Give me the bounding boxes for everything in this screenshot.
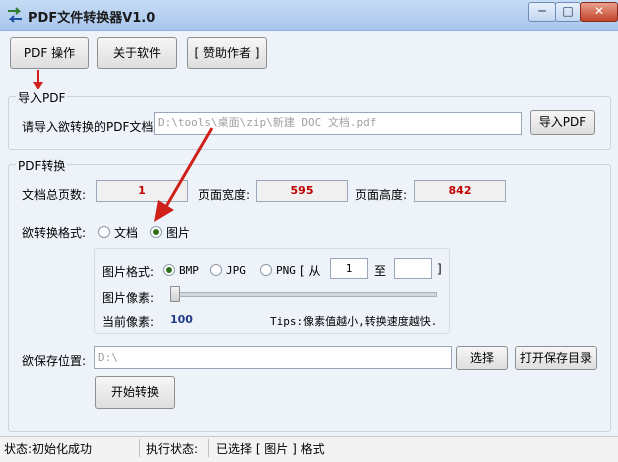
format-label: 欲转换格式:: [22, 226, 87, 240]
page-width-value: 595: [256, 180, 348, 202]
image-format-label: 图片格式:: [102, 265, 155, 279]
format-radio-image[interactable]: [150, 226, 162, 238]
image-format-jpg: JPG: [226, 264, 246, 277]
total-pages-label: 文档总页数:: [22, 188, 87, 202]
pixel-slider-thumb[interactable]: [170, 286, 180, 302]
annotation-arrow-diagonal-icon: [154, 127, 214, 222]
exec-status-value: 已选择 [ 图片 ] 格式: [216, 442, 325, 456]
status-separator: [208, 439, 209, 457]
choose-folder-button[interactable]: 选择: [456, 346, 508, 370]
maximize-button[interactable]: □: [555, 2, 581, 22]
app-icon: [8, 7, 22, 23]
pixel-slider-track: [170, 292, 437, 297]
range-from-input[interactable]: 1: [330, 258, 368, 279]
minimize-button[interactable]: ─: [528, 2, 556, 22]
image-format-radio-jpg[interactable]: [210, 264, 222, 276]
import-group-title: 导入PDF: [16, 89, 68, 106]
convert-group-title: PDF转换: [16, 157, 68, 174]
save-path-field[interactable]: D:\: [94, 346, 452, 369]
page-height-label: 页面高度:: [355, 188, 408, 202]
page-height-value: 842: [414, 180, 506, 202]
tips-text: Tips:像素值越小,转换速度越快.: [270, 315, 438, 328]
status-text: 状态:初始化成功: [4, 442, 93, 456]
pixel-label: 图片像素:: [102, 291, 155, 305]
exec-status-label: 执行状态:: [146, 442, 199, 456]
current-pixel-value: 100: [170, 313, 193, 326]
range-to-label: 至: [374, 264, 387, 278]
about-button[interactable]: 关于软件: [97, 37, 177, 69]
status-separator: [139, 439, 140, 457]
format-option-image: 图片: [166, 226, 191, 240]
image-format-png: PNG: [276, 264, 296, 277]
range-to-input[interactable]: [394, 258, 432, 279]
current-pixel-label: 当前像素:: [102, 315, 155, 329]
window-title: PDF文件转换器V1.0: [28, 11, 156, 26]
start-convert-button[interactable]: 开始转换: [95, 376, 175, 409]
range-close-label: ]: [437, 262, 442, 276]
format-option-document: 文档: [114, 226, 139, 240]
close-button[interactable]: ✕: [580, 2, 618, 22]
open-save-dir-button[interactable]: 打开保存目录: [515, 346, 597, 370]
format-radio-document[interactable]: [98, 226, 110, 238]
range-open-label: [ 从: [300, 264, 321, 278]
sponsor-button[interactable]: [ 赞助作者 ]: [187, 37, 267, 69]
import-label: 请导入欲转换的PDF文档:: [22, 120, 158, 134]
image-format-radio-png[interactable]: [260, 264, 272, 276]
image-format-radio-bmp[interactable]: [163, 264, 175, 276]
pdf-operations-button[interactable]: PDF 操作: [10, 37, 89, 69]
import-pdf-button[interactable]: 导入PDF: [530, 110, 595, 135]
image-format-bmp: BMP: [179, 264, 199, 277]
save-location-label: 欲保存位置:: [22, 354, 87, 368]
